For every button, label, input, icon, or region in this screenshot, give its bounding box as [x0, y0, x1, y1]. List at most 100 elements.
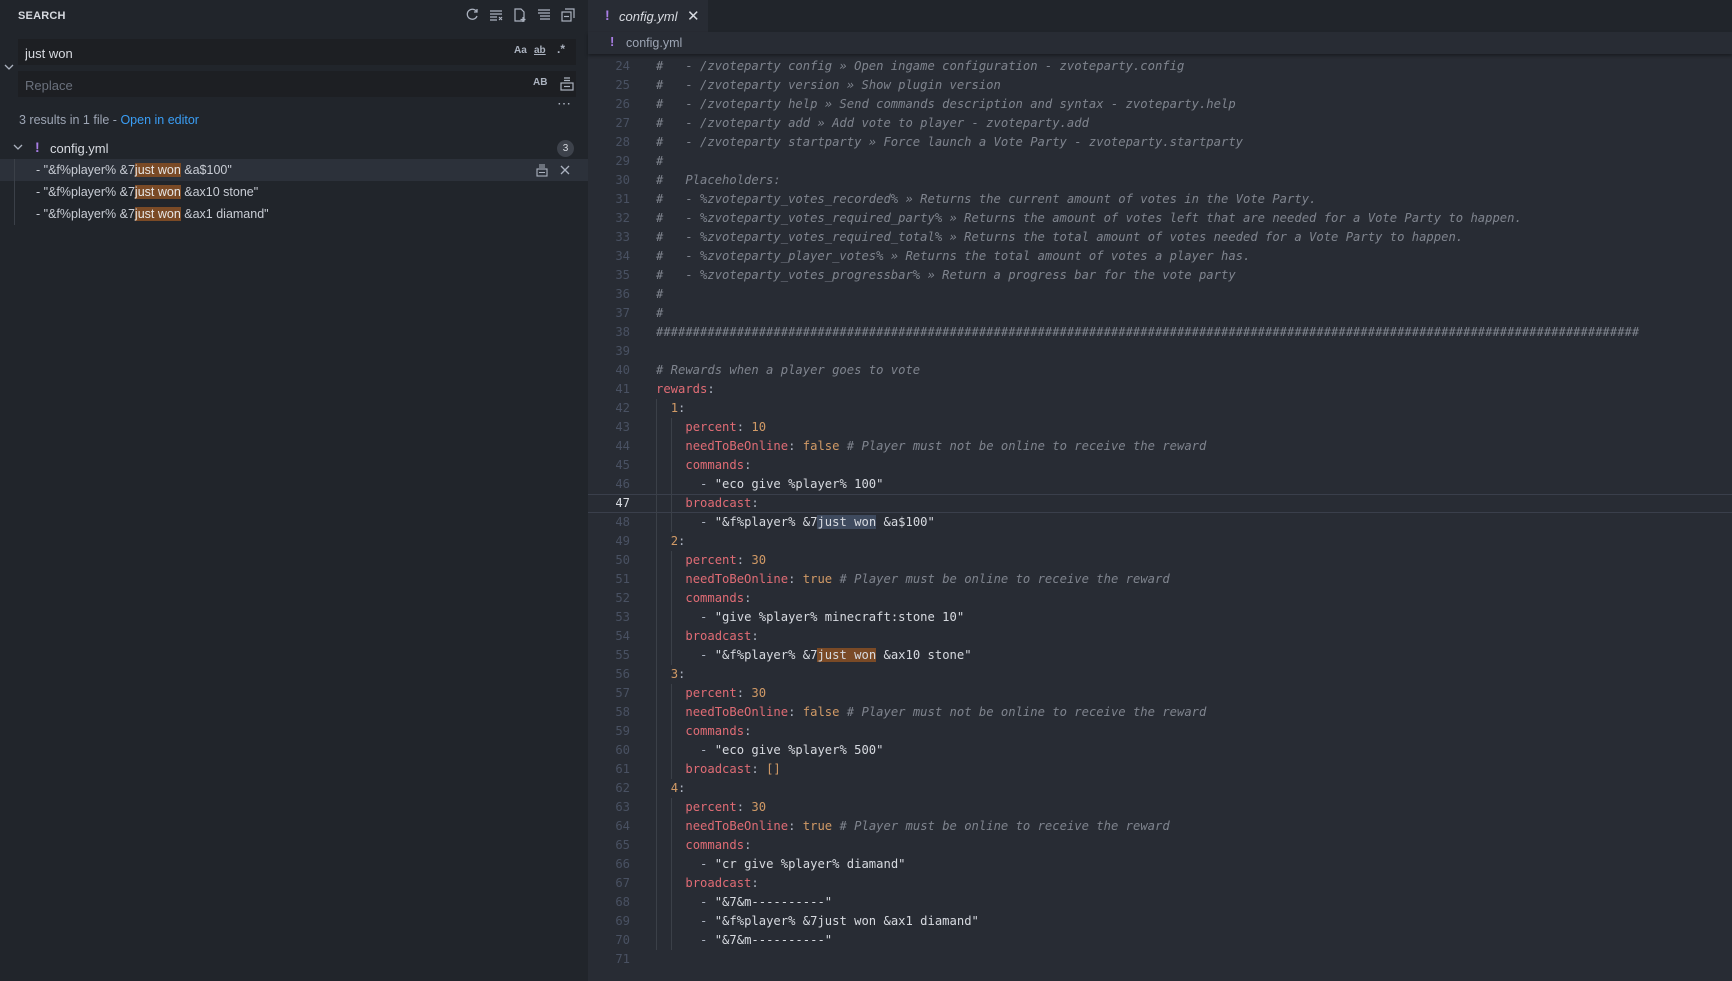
- number-key-token: 3: [670, 667, 679, 681]
- search-match-highlight: just won: [817, 515, 877, 529]
- line-number: 50: [615, 553, 630, 567]
- line-text: 4:: [656, 779, 686, 798]
- code-line: 43 percent: 10: [588, 418, 1732, 437]
- punct-token: :: [736, 686, 752, 700]
- match-after: &ax10 stone": [180, 185, 259, 199]
- value-token: true: [802, 819, 833, 833]
- line-text: # - %zvoteparty_votes_progressbar% » Ret…: [656, 266, 1236, 285]
- result-file-name: config.yml: [50, 141, 109, 156]
- code-line: 70 - "&7&m----------": [588, 931, 1732, 950]
- regex-toggle[interactable]: .*: [557, 42, 565, 56]
- match-row[interactable]: - "&f%player% &7just won &a$100": [0, 159, 588, 181]
- code-line: 69 - "&f%player% &7just won &ax1 diamand…: [588, 912, 1732, 931]
- results-count-text: 3 results in 1 file -: [19, 113, 121, 127]
- code-line: 53 - "give %player% minecraft:stone 10": [588, 608, 1732, 627]
- code-line: 55 - "&f%player% &7just won &ax10 stone": [588, 646, 1732, 665]
- line-number: 69: [615, 914, 630, 928]
- match-row[interactable]: - "&f%player% &7just won &ax1 diamand": [0, 203, 588, 225]
- new-search-editor-icon[interactable]: [512, 7, 528, 23]
- dash-token: -: [700, 895, 715, 909]
- line-text: # - /zvoteparty config » Open ingame con…: [656, 57, 1184, 76]
- punct-token: :: [744, 724, 752, 738]
- code-line: 37 #: [588, 304, 1732, 323]
- close-icon[interactable]: ✕: [687, 7, 700, 25]
- sidebar-title: SEARCH: [18, 10, 66, 22]
- line-text: - "eco give %player% 100": [656, 475, 883, 494]
- line-number: 56: [615, 667, 630, 681]
- key-token: needToBeOnline: [685, 705, 789, 719]
- line-text: percent: 10: [656, 418, 766, 437]
- code-line: 47 broadcast:: [588, 494, 1732, 513]
- code-area[interactable]: 24 # - /zvoteparty config » Open ingame c…: [588, 51, 1732, 981]
- line-number: 53: [615, 610, 630, 624]
- tab-config-yml[interactable]: ! config.yml ✕: [588, 0, 708, 32]
- comment-token: # - /zvoteparty add » Add vote to player…: [656, 116, 1089, 130]
- line-text: # - %zvoteparty_votes_recorded% » Return…: [656, 190, 1316, 209]
- value-token: []: [766, 762, 781, 776]
- indent-guide: [671, 418, 672, 532]
- punct-token: :: [678, 401, 686, 415]
- line-number: 67: [615, 876, 630, 890]
- chevron-down-icon[interactable]: [12, 141, 24, 156]
- replace-input[interactable]: [23, 72, 467, 98]
- punct-token: :: [751, 762, 767, 776]
- line-number: 35: [615, 268, 630, 282]
- value-token: true: [802, 572, 833, 586]
- open-in-editor-link[interactable]: Open in editor: [120, 113, 199, 127]
- sidebar-header: SEARCH: [0, 0, 588, 32]
- line-number: 37: [615, 306, 630, 320]
- number-key-token: 4: [670, 781, 679, 795]
- comment-token: # Player must be online to receive the r…: [832, 572, 1170, 586]
- string-token: "eco give %player% 500": [714, 743, 884, 757]
- line-text: #: [656, 152, 663, 171]
- dash-token: -: [700, 743, 715, 757]
- line-number: 66: [615, 857, 630, 871]
- match-case-toggle[interactable]: Aa: [514, 45, 527, 56]
- line-text: # - /zvoteparty startparty » Force launc…: [656, 133, 1243, 152]
- line-number: 43: [615, 420, 630, 434]
- collapse-all-icon[interactable]: [560, 7, 576, 23]
- line-number: 58: [615, 705, 630, 719]
- search-input[interactable]: [23, 40, 467, 66]
- replace-all-icon[interactable]: [559, 76, 575, 92]
- key-token: percent: [685, 686, 737, 700]
- line-number: 36: [615, 287, 630, 301]
- punct-token: :: [678, 667, 686, 681]
- result-file-row[interactable]: ! config.yml 3: [0, 138, 588, 158]
- comment-token: #: [656, 154, 664, 168]
- comment-token: #: [656, 287, 664, 301]
- refresh-icon[interactable]: [464, 7, 480, 23]
- dash-token: -: [700, 857, 715, 871]
- code-line: 58 needToBeOnline: false # Player must n…: [588, 703, 1732, 722]
- line-number: 71: [615, 952, 630, 966]
- line-number: 49: [615, 534, 630, 548]
- whole-word-toggle[interactable]: ab: [534, 45, 546, 56]
- tree-guide: [14, 181, 15, 203]
- comment-token: # - /zvoteparty config » Open ingame con…: [656, 59, 1185, 73]
- view-as-tree-icon[interactable]: [536, 7, 552, 23]
- more-options-icon[interactable]: ⋯: [557, 95, 572, 112]
- punct-token: :: [751, 496, 759, 510]
- line-number: 57: [615, 686, 630, 700]
- code-line: 45 commands:: [588, 456, 1732, 475]
- line-text: - "&f%player% &7just won &a$100": [656, 513, 935, 532]
- line-number: 31: [615, 192, 630, 206]
- match-row[interactable]: - "&f%player% &7just won &ax10 stone": [0, 181, 588, 203]
- code-line: 29 #: [588, 152, 1732, 171]
- code-line: 35 # - %zvoteparty_votes_progressbar% » R…: [588, 266, 1732, 285]
- breadcrumb: ! config.yml: [588, 32, 1732, 54]
- toggle-replace-chevron-icon[interactable]: [2, 60, 16, 74]
- dismiss-match-icon[interactable]: [558, 163, 572, 180]
- preserve-case-toggle[interactable]: AB: [533, 77, 547, 88]
- clear-results-icon[interactable]: [488, 7, 504, 23]
- breadcrumb-file[interactable]: config.yml: [626, 36, 682, 50]
- tree-guide: [14, 203, 15, 225]
- key-token: broadcast: [685, 629, 752, 643]
- line-text: - "&7&m----------": [656, 931, 832, 950]
- replace-match-icon[interactable]: [535, 163, 549, 180]
- match-text: - "&f%player% &7just won &a$100": [36, 163, 232, 177]
